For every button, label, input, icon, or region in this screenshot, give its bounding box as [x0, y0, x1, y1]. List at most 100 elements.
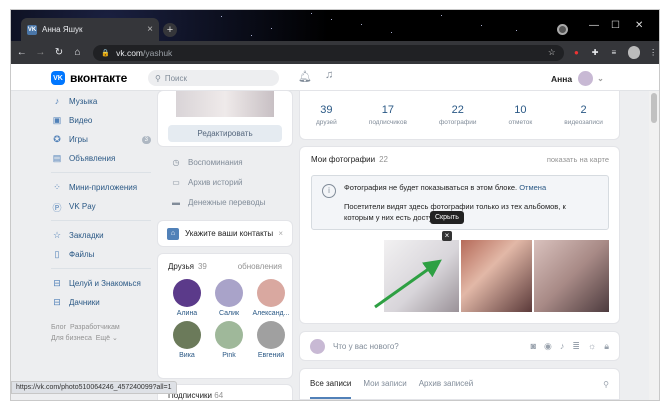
friend-item[interactable]: Евгений — [252, 321, 290, 359]
subscribers-count: 64 — [214, 391, 224, 400]
chrome-menu-icon[interactable]: ⋮ — [647, 47, 659, 59]
friend-item[interactable]: Алина — [168, 279, 206, 317]
friend-item[interactable]: Александ... — [252, 279, 290, 317]
stat-videos[interactable]: 2 видеозаписи — [564, 104, 603, 126]
contacts-prompt-text: Укажите ваши контакты — [185, 229, 274, 238]
search-icon[interactable]: ⚲ — [603, 380, 609, 389]
tab-title: Анна Яшук — [42, 25, 83, 34]
tab-my-posts[interactable]: Мои записи — [363, 369, 406, 399]
chevron-down-icon: ⌄ — [597, 74, 604, 83]
friends-count: 39 — [197, 262, 207, 271]
new-post-placeholder: Что у вас нового? — [333, 341, 399, 351]
stat-photos[interactable]: 22 фотографии — [439, 104, 477, 126]
footer-links: Блог Разработчикам Для бизнеса Ещё ⌄ — [51, 322, 151, 344]
chrome-profile-avatar[interactable] — [627, 46, 641, 59]
search-input[interactable]: ⚲ Поиск — [148, 70, 279, 86]
annotation-arrow — [374, 259, 442, 309]
status-bar-url: https://vk.com/photo510064246_457240099?… — [11, 381, 177, 394]
stat-subscribers[interactable]: 17 подписчиков — [369, 104, 407, 126]
tab-all-posts[interactable]: Все записи — [310, 369, 352, 399]
video-icon[interactable]: ◉ — [544, 341, 552, 352]
menu-item-ads[interactable]: ▤ Объявления — [51, 149, 151, 168]
friends-title[interactable]: Друзья — [168, 262, 194, 271]
browser-tab[interactable]: VK Анна Яшук × — [21, 18, 159, 41]
vk-logo[interactable]: VK вконтакте — [51, 71, 127, 85]
scrollbar-thumb[interactable] — [651, 93, 657, 123]
search-placeholder: Поиск — [164, 73, 188, 83]
article-icon[interactable]: ≣ — [572, 341, 580, 352]
footer-more-link[interactable]: Ещё — [96, 335, 110, 342]
page-scrollbar[interactable] — [649, 91, 659, 400]
forward-icon[interactable]: → — [33, 47, 49, 58]
photo-thumbnail[interactable] — [534, 240, 609, 312]
footer-developers-link[interactable]: Разработчикам — [70, 324, 120, 331]
photo-thumbnail[interactable] — [461, 240, 532, 312]
apps-icon: ⁘ — [53, 181, 61, 192]
back-icon[interactable]: ← — [14, 47, 30, 58]
menu-item-group-1[interactable]: ⊟ Целуй и Знакомься — [51, 274, 151, 293]
photos-title[interactable]: Мои фотографии — [311, 155, 375, 164]
stat-tags[interactable]: 10 отметок — [509, 104, 533, 126]
menu-item-games[interactable]: ✪ Игры 3 — [51, 130, 151, 149]
menu-item-video[interactable]: ▣ Видео — [51, 111, 151, 130]
footer-blog-link[interactable]: Блог — [51, 324, 66, 331]
maximize-icon[interactable]: ☐ — [611, 20, 620, 31]
menu-item-group-2[interactable]: ⊟ Дачники — [51, 293, 151, 312]
extensions-puzzle-icon[interactable]: ✚ — [589, 47, 601, 59]
friend-item[interactable]: Вика — [168, 321, 206, 359]
music-player-icon[interactable]: ♫ — [325, 69, 333, 81]
browser-toolbar: ← → ↻ ⌂ 🔒 vk.com /yashuk ☆ ● ✚ ≡ ⋮ — [11, 41, 659, 64]
vk-logo-mark: VK — [51, 71, 65, 85]
money-transfers-link[interactable]: ▬ Денежные переводы — [158, 192, 292, 212]
menu-item-music[interactable]: ♪ Музыка — [51, 92, 151, 111]
close-window-icon[interactable]: ✕ — [635, 20, 643, 31]
user-menu[interactable]: Анна ⌄ — [551, 71, 604, 86]
friend-item[interactable]: Салик — [210, 279, 248, 317]
bookmark-icon: ☆ — [52, 229, 62, 240]
new-tab-button[interactable]: + — [163, 23, 177, 37]
menu-divider — [51, 220, 151, 221]
stat-friends[interactable]: 39 друзей — [316, 104, 337, 126]
edit-profile-button[interactable]: Редактировать — [168, 125, 282, 142]
bookmark-star-icon[interactable]: ☆ — [548, 47, 556, 58]
menu-item-files[interactable]: ▯ Файлы — [51, 245, 151, 264]
hide-photo-button[interactable]: × — [442, 231, 452, 241]
photos-count: 22 — [379, 155, 389, 164]
menu-item-bookmarks[interactable]: ☆ Закладки — [51, 226, 151, 245]
record-icon[interactable] — [557, 24, 568, 35]
url-path: /yashuk — [143, 47, 173, 58]
notifications-bell-icon[interactable]: 🔔︎ — [298, 70, 312, 83]
stories-archive-link[interactable]: ▭ Архив историй — [158, 172, 292, 192]
close-tab-icon[interactable]: × — [147, 24, 153, 35]
idea-icon[interactable]: ☼ — [588, 341, 596, 352]
reading-list-icon[interactable]: ≡ — [608, 47, 620, 59]
show-on-map-link[interactable]: показать на карте — [547, 155, 609, 164]
memories-link[interactable]: ◷ Воспоминания — [158, 152, 292, 172]
profile-photo[interactable] — [176, 91, 274, 117]
undo-link[interactable]: Отмена — [519, 183, 546, 192]
close-icon[interactable]: × — [278, 229, 283, 238]
menu-item-vk-pay[interactable]: Ⓟ VK Pay — [51, 197, 151, 216]
friend-avatar — [173, 321, 201, 349]
minimize-icon[interactable]: — — [589, 20, 599, 31]
camera-icon[interactable]: ◙ — [531, 341, 536, 352]
menu-item-mini-apps[interactable]: ⁘ Мини-приложения — [51, 178, 151, 197]
notice-text: Фотография не будет показываться в этом … — [344, 183, 518, 192]
contacts-prompt[interactable]: ⌂ Укажите ваши контакты × — [158, 221, 292, 246]
reload-icon[interactable]: ↻ — [51, 47, 67, 58]
new-post-box[interactable]: Что у вас нового? ◙ ◉ ♪ ≣ ☼ 🔒︎ — [300, 332, 619, 360]
extension-record-icon[interactable]: ● — [571, 47, 583, 59]
privacy-lock-icon[interactable]: 🔒︎ — [604, 341, 609, 352]
address-bar[interactable]: 🔒 vk.com /yashuk ☆ — [93, 44, 564, 61]
info-icon: i — [322, 184, 336, 198]
profile-stats: 39 друзей 17 подписчиков 22 фотографии 10 от… — [300, 91, 619, 139]
home-icon[interactable]: ⌂ — [70, 47, 86, 58]
tab-posts-archive[interactable]: Архив записей — [419, 369, 473, 399]
friend-item[interactable]: Pink — [210, 321, 248, 359]
group-icon: ⊟ — [53, 296, 61, 307]
subscribers-block[interactable]: Подписчики 64 — [158, 385, 292, 400]
footer-business-link[interactable]: Для бизнеса — [51, 335, 92, 342]
friends-updates-link[interactable]: обновления — [238, 262, 282, 271]
music-icon[interactable]: ♪ — [560, 341, 565, 352]
home-icon: ⌂ — [167, 227, 179, 240]
